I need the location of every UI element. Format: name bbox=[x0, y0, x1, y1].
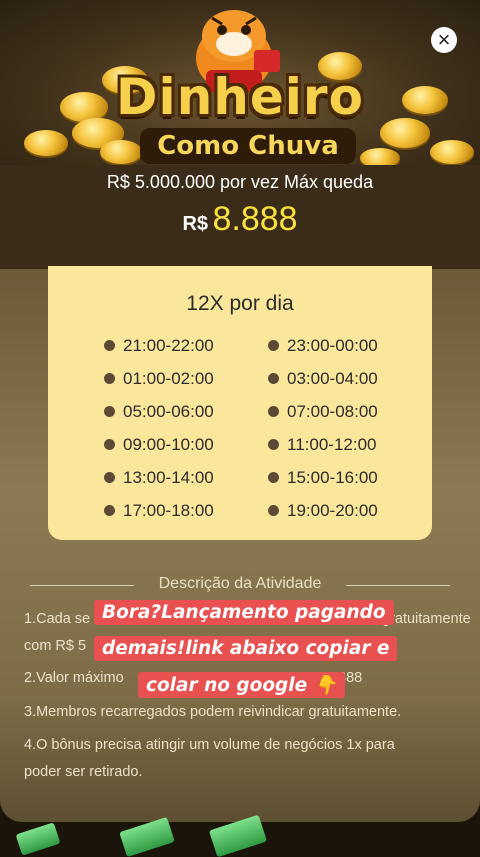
time-slot-label: 13:00-14:00 bbox=[123, 468, 214, 487]
description-line: 1.Cada se bbox=[24, 611, 91, 627]
time-slot: 03:00-04:00 bbox=[268, 369, 378, 389]
clock-icon bbox=[104, 373, 115, 384]
time-slot-label: 23:00-00:00 bbox=[287, 336, 378, 355]
clock-icon bbox=[104, 439, 115, 450]
max-drop-text: R$ 5.000.000 por vez Máx queda bbox=[106, 172, 374, 192]
time-slot-label: 15:00-16:00 bbox=[287, 468, 378, 487]
rain-money-modal: Dinheiro Como Chuva × R$ 5.000.000 por v… bbox=[0, 0, 480, 822]
description-line: 3.Membros recarregados podem reivindicar… bbox=[24, 704, 402, 720]
time-slot-label: 01:00-02:00 bbox=[123, 369, 214, 388]
time-slot: 07:00-08:00 bbox=[268, 402, 378, 422]
time-slot: 21:00-22:00 bbox=[104, 336, 214, 356]
description-heading: Descrição da Atividade bbox=[158, 575, 322, 592]
banner-title-line2: Como Chuva bbox=[140, 128, 356, 164]
time-slot-label: 19:00-20:00 bbox=[287, 501, 378, 520]
clock-icon bbox=[268, 340, 279, 351]
cash-icon bbox=[15, 822, 61, 856]
overlay-caption-line1: Bora?Lançamento pagando bbox=[94, 600, 394, 625]
description-line: 2.Valor máximo bbox=[24, 670, 124, 686]
background-strip bbox=[0, 814, 480, 857]
schedule-card: 12X por dia 21:00-22:00 23:00-00:00 01:0… bbox=[48, 266, 432, 540]
time-slot-label: 07:00-08:00 bbox=[287, 402, 378, 421]
time-slot: 01:00-02:00 bbox=[104, 369, 214, 389]
time-slot-label: 11:00-12:00 bbox=[287, 435, 377, 454]
time-slot-label: 03:00-04:00 bbox=[287, 369, 378, 388]
description-line: poder ser retirado. bbox=[24, 764, 143, 780]
time-slot: 15:00-16:00 bbox=[268, 468, 378, 488]
description-line: com R$ 5 bbox=[24, 638, 87, 654]
promo-banner: Dinheiro Como Chuva × bbox=[0, 0, 480, 168]
banner-title-line1: Dinheiro bbox=[116, 68, 364, 126]
time-slot: 17:00-18:00 bbox=[104, 501, 214, 521]
time-slot: 13:00-14:00 bbox=[104, 468, 214, 488]
clock-icon bbox=[268, 406, 279, 417]
clock-icon bbox=[268, 373, 279, 384]
overlay-caption-line2: demais!link abaixo copiar e bbox=[94, 636, 398, 661]
time-slot: 19:00-20:00 bbox=[268, 501, 378, 521]
close-icon[interactable]: × bbox=[431, 27, 457, 53]
overlay-caption-line3: colar no google 👇 bbox=[138, 672, 345, 698]
prize-amount-row: R$ 8.888 bbox=[0, 200, 480, 239]
description-line: gratuitamente bbox=[382, 611, 471, 627]
coin-icon bbox=[24, 130, 68, 156]
coin-icon bbox=[430, 140, 474, 164]
currency-label: R$ bbox=[182, 213, 209, 235]
clock-icon bbox=[104, 406, 115, 417]
time-slot: 23:00-00:00 bbox=[268, 336, 378, 356]
coin-icon bbox=[100, 140, 142, 164]
time-slot: 05:00-06:00 bbox=[104, 402, 214, 422]
description-line: 4.O bônus precisa atingir um volume de n… bbox=[24, 737, 395, 753]
clock-icon bbox=[268, 472, 279, 483]
clock-icon bbox=[268, 505, 279, 516]
time-slot-label: 17:00-18:00 bbox=[123, 501, 214, 520]
time-slot-label: 05:00-06:00 bbox=[123, 402, 214, 421]
time-slot-label: 09:00-10:00 bbox=[123, 435, 214, 454]
time-slot: 09:00-10:00 bbox=[104, 435, 214, 455]
schedule-title: 12X por dia bbox=[186, 292, 294, 315]
clock-icon bbox=[104, 505, 115, 516]
clock-icon bbox=[104, 340, 115, 351]
time-slot-label: 21:00-22:00 bbox=[123, 336, 214, 355]
cash-icon bbox=[119, 816, 175, 857]
time-slot: 11:00-12:00 bbox=[268, 435, 376, 455]
clock-icon bbox=[104, 472, 115, 483]
clock-icon bbox=[268, 439, 279, 450]
prize-amount: 8.888 bbox=[212, 200, 298, 238]
